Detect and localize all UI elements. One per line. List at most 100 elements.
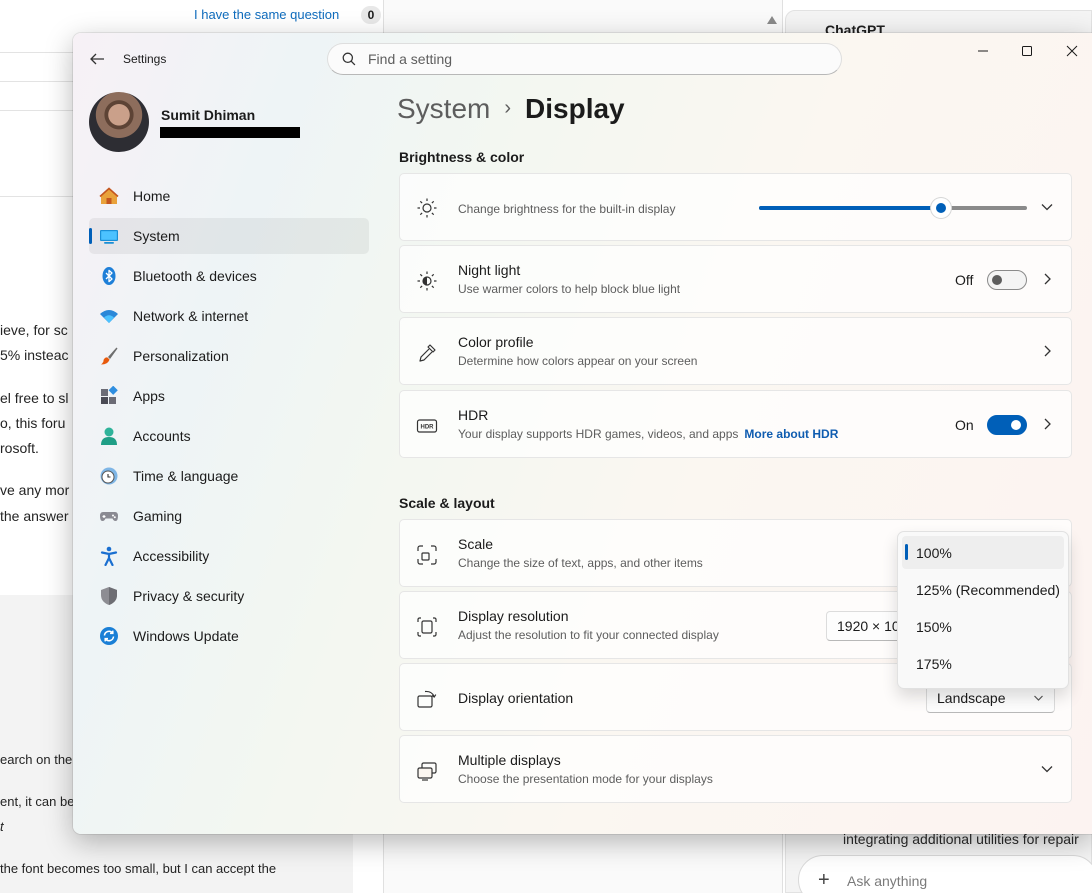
back-arrow-icon — [90, 53, 104, 65]
sidebar-item-windows-update[interactable]: Windows Update — [89, 618, 369, 654]
sidebar-item-label: Network & internet — [133, 308, 249, 324]
sidebar-item-home[interactable]: Home — [89, 178, 369, 214]
forum-text-fragment: rosoft. — [0, 440, 39, 456]
chevron-down-icon[interactable] — [1040, 202, 1054, 212]
svg-text:HDR: HDR — [421, 425, 435, 431]
scale-option-label: 100% — [916, 545, 952, 561]
close-icon — [1066, 45, 1078, 57]
chevron-right-icon[interactable] — [1042, 417, 1052, 431]
forum-text-fragment: o, this foru — [0, 415, 66, 431]
sidebar-item-apps[interactable]: Apps — [89, 378, 369, 414]
sidebar-item-label: Time & language — [133, 468, 239, 484]
minimize-button[interactable] — [963, 39, 1003, 63]
sidebar-item-label: Privacy & security — [133, 588, 245, 604]
scale-title: Scale — [458, 536, 494, 552]
update-icon — [100, 627, 118, 645]
sidebar-item-label: System — [133, 228, 180, 244]
multiple-displays-title: Multiple displays — [458, 752, 561, 768]
same-question-link[interactable]: I have the same question — [194, 7, 339, 22]
scale-option-175[interactable]: 175% — [902, 647, 1064, 680]
night-light-toggle[interactable] — [987, 270, 1027, 290]
sidebar-item-accessibility[interactable]: Accessibility — [89, 538, 369, 574]
settings-window: Settings Sumit Dhiman Home System Blu — [73, 33, 1092, 834]
sidebar-item-gaming[interactable]: Gaming — [89, 498, 369, 534]
breadcrumb-separator: › — [504, 97, 512, 119]
page-title: Display — [525, 93, 625, 124]
more-about-hdr-link[interactable]: More about HDR — [744, 427, 838, 441]
redacted-email — [160, 127, 300, 138]
sidebar-item-time-language[interactable]: Time & language — [89, 458, 369, 494]
scale-option-100[interactable]: 100% — [902, 536, 1064, 569]
forum-text-fragment: earch on the — [0, 752, 73, 767]
divider — [0, 81, 73, 82]
brightness-label: Change brightness for the built-in displ… — [458, 202, 676, 216]
chevron-right-icon[interactable] — [1042, 272, 1052, 286]
color-profile-subtitle: Determine how colors appear on your scre… — [458, 354, 698, 368]
toggle-knob — [992, 275, 1002, 285]
sun-icon — [417, 198, 437, 218]
close-button[interactable] — [1052, 39, 1092, 63]
hdr-title: HDR — [458, 407, 489, 423]
forum-text-fragment: the answer — [0, 508, 69, 524]
sidebar-item-bluetooth[interactable]: Bluetooth & devices — [89, 258, 369, 294]
accounts-icon — [101, 427, 117, 445]
divider — [0, 52, 73, 53]
toggle-knob — [1011, 420, 1021, 430]
title-bar: Settings — [73, 33, 1092, 81]
scale-option-125[interactable]: 125% (Recommended) — [902, 573, 1064, 606]
slider-thumb[interactable] — [931, 198, 952, 218]
divider — [0, 196, 73, 197]
home-icon — [99, 187, 119, 204]
back-button[interactable] — [85, 47, 109, 71]
sidebar-item-system[interactable]: System — [89, 218, 369, 254]
display-resolution-subtitle: Adjust the resolution to fit your connec… — [458, 628, 719, 642]
forum-text-fragment: the font becomes too small, but I can ac… — [0, 861, 277, 876]
hdr-toggle[interactable] — [987, 415, 1027, 435]
maximize-button[interactable] — [1007, 39, 1047, 63]
sidebar-item-accounts[interactable]: Accounts — [89, 418, 369, 454]
system-icon — [100, 230, 118, 244]
forum-text-fragment: t — [0, 819, 4, 834]
maximize-icon — [1022, 46, 1032, 56]
chat-input-box[interactable] — [798, 855, 1092, 893]
night-light-card[interactable]: Night light Use warmer colors to help bl… — [399, 245, 1072, 313]
brightness-slider[interactable] — [759, 198, 1027, 218]
breadcrumb-parent[interactable]: System — [397, 93, 490, 124]
same-question-count: 0 — [361, 6, 381, 24]
plus-icon[interactable]: + — [818, 869, 830, 892]
orientation-value: Landscape — [937, 690, 1006, 706]
sidebar-item-label: Bluetooth & devices — [133, 268, 257, 284]
section-title-brightness-color: Brightness & color — [399, 149, 525, 165]
gamepad-icon — [100, 512, 118, 521]
hdr-subtitle-row: Your display supports HDR games, videos,… — [458, 427, 838, 441]
chevron-down-icon[interactable] — [1040, 764, 1054, 774]
hdr-state: On — [955, 417, 974, 433]
scale-option-150[interactable]: 150% — [902, 610, 1064, 643]
sidebar-item-network[interactable]: Network & internet — [89, 298, 369, 334]
chevron-right-icon[interactable] — [1042, 344, 1052, 358]
color-profile-title: Color profile — [458, 334, 534, 350]
sidebar-item-label: Windows Update — [133, 628, 239, 644]
apps-icon — [101, 386, 118, 404]
clock-globe-icon — [100, 467, 118, 485]
chat-input-placeholder[interactable]: Ask anything — [847, 873, 927, 889]
hdr-card[interactable]: HDR HDR Your display supports HDR games,… — [399, 390, 1072, 458]
eyedropper-icon — [419, 344, 436, 362]
search-box[interactable] — [327, 43, 842, 75]
search-input[interactable] — [368, 44, 828, 74]
forum-text-fragment: ent, it can be — [0, 794, 75, 809]
night-light-subtitle: Use warmer colors to help block blue lig… — [458, 282, 681, 296]
scale-dropdown-list: 100% 125% (Recommended) 150% 175% — [897, 531, 1069, 689]
forum-text-fragment: ieve, for sc — [0, 322, 68, 338]
avatar[interactable] — [89, 92, 149, 152]
sidebar-item-privacy-security[interactable]: Privacy & security — [89, 578, 369, 614]
orientation-icon — [417, 690, 437, 708]
color-profile-card[interactable]: Color profile Determine how colors appea… — [399, 317, 1072, 385]
accessibility-icon — [100, 546, 118, 566]
sidebar-item-personalization[interactable]: Personalization — [89, 338, 369, 374]
brush-icon — [101, 347, 118, 365]
multiple-displays-card[interactable]: Multiple displays Choose the presentatio… — [399, 735, 1072, 803]
scroll-up-arrow-icon[interactable] — [767, 16, 777, 24]
sidebar-item-label: Apps — [133, 388, 165, 404]
hdr-subtitle: Your display supports HDR games, videos,… — [458, 427, 739, 441]
